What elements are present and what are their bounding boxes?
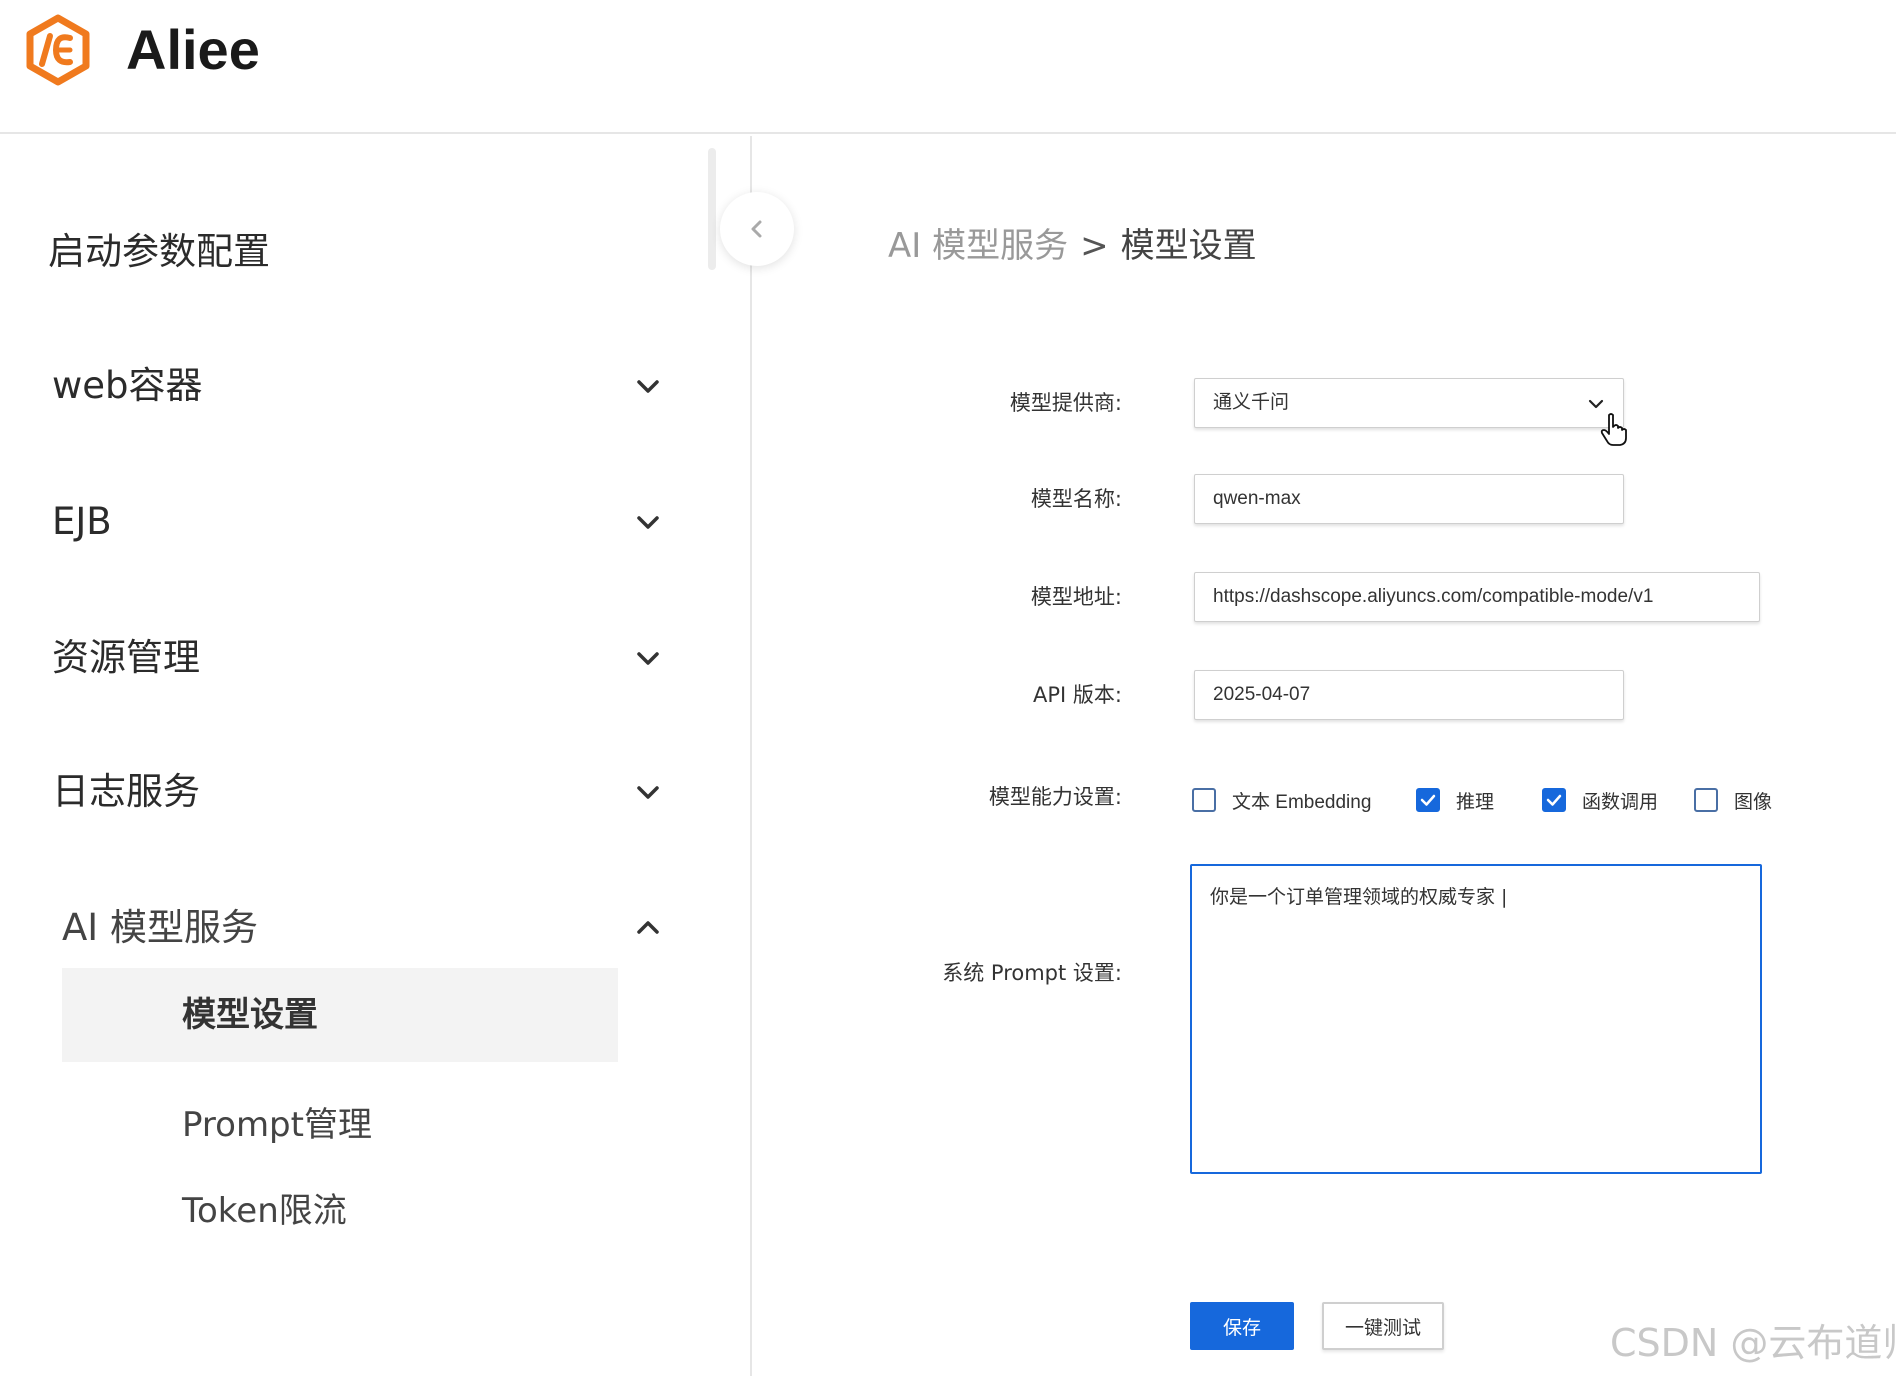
chevron-up-icon (637, 921, 659, 934)
capability-label: 函数调用 (1582, 791, 1659, 813)
chevron-left-icon (751, 220, 762, 238)
aliee-hexagon-logo-icon (26, 14, 90, 86)
model-url-label: 模型地址: (1030, 585, 1122, 609)
sidebar-item-web-container[interactable]: web容器 (0, 346, 700, 426)
sidebar-collapse-button[interactable] (720, 192, 794, 266)
capability-function-call-checkbox[interactable]: 函数调用 (1542, 786, 1658, 814)
watermark: CSDN @云布道师 (1610, 1321, 1896, 1365)
capability-label: 文本 Embedding (1232, 791, 1372, 813)
model-url-field[interactable] (1194, 572, 1760, 622)
capabilities-label: 模型能力设置: (988, 785, 1122, 809)
capability-image-checkbox[interactable]: 图像 (1694, 786, 1772, 814)
breadcrumb: AI 模型服务 > 模型设置 (888, 216, 1257, 276)
sidebar-subitem-label: Prompt管理 (182, 1105, 372, 1145)
sidebar-item-ejb[interactable]: EJB (0, 482, 700, 562)
breadcrumb-separator: > (1080, 226, 1109, 266)
model-name-label: 模型名称: (1030, 487, 1122, 511)
model-name-field[interactable] (1194, 474, 1624, 524)
hand-cursor-icon (1600, 413, 1627, 446)
sidebar-item-label: EJB (52, 500, 112, 543)
sidebar-subitem-token-limit[interactable]: Token限流 (62, 1164, 618, 1258)
checkbox-checked-icon[interactable] (1416, 788, 1440, 812)
checkbox-unchecked-icon[interactable] (1192, 788, 1216, 812)
app-header: Aliee (0, 0, 1896, 134)
checkbox-unchecked-icon[interactable] (1694, 788, 1718, 812)
chevron-down-icon (637, 786, 659, 799)
api-version-input[interactable] (1213, 671, 1623, 719)
chevron-down-icon (637, 380, 659, 393)
system-prompt-label: 系统 Prompt 设置: (942, 961, 1122, 985)
brand-name: Aliee (126, 18, 260, 81)
provider-select[interactable]: 通义千问 (1194, 378, 1624, 428)
sidebar-item-log-service[interactable]: 日志服务 (0, 752, 700, 832)
breadcrumb-current: 模型设置 (1120, 226, 1257, 266)
sidebar-item-label: web容器 (52, 364, 203, 407)
sidebar-subitem-label: 模型设置 (182, 995, 318, 1035)
chevron-down-icon (637, 516, 659, 529)
provider-selected-value: 通义千问 (1213, 392, 1290, 413)
model-url-input[interactable] (1213, 573, 1759, 621)
checkmark-icon (1546, 794, 1562, 806)
capability-reasoning-checkbox[interactable]: 推理 (1416, 786, 1494, 814)
model-name-input[interactable] (1213, 475, 1623, 523)
sidebar-item-ai-model-service[interactable]: AI 模型服务 (0, 888, 700, 968)
sidebar-item-label: AI 模型服务 (62, 906, 258, 949)
breadcrumb-parent[interactable]: AI 模型服务 (888, 226, 1068, 266)
sidebar-subitem-label: Token限流 (182, 1191, 347, 1231)
sidebar-subitem-model-settings[interactable]: 模型设置 (62, 968, 618, 1062)
checkbox-checked-icon[interactable] (1542, 788, 1566, 812)
capability-label: 图像 (1734, 791, 1773, 813)
capability-text-embedding-checkbox[interactable]: 文本 Embedding (1192, 786, 1371, 814)
system-prompt-textarea[interactable] (1190, 864, 1762, 1174)
sidebar: 启动参数配置 web容器 EJB 资源管理 日志服务 AI 模型服务 模型设置 … (0, 136, 752, 1376)
sidebar-item-label: 资源管理 (52, 636, 200, 679)
sidebar-item-label: 启动参数配置 (48, 230, 270, 273)
sidebar-item-startup-params[interactable]: 启动参数配置 (0, 212, 700, 292)
provider-label: 模型提供商: (1009, 391, 1122, 415)
api-version-label: API 版本: (1033, 683, 1122, 707)
sidebar-item-resource-management[interactable]: 资源管理 (0, 618, 700, 698)
api-version-field[interactable] (1194, 670, 1624, 720)
one-click-test-button[interactable]: 一键测试 (1322, 1302, 1444, 1350)
sidebar-item-label: 日志服务 (52, 770, 200, 813)
chevron-down-icon (637, 652, 659, 665)
save-button[interactable]: 保存 (1190, 1302, 1294, 1350)
chevron-down-icon (1588, 399, 1604, 409)
capability-label: 推理 (1456, 791, 1495, 813)
sidebar-scrollbar[interactable] (708, 148, 716, 270)
sidebar-subitem-prompt-management[interactable]: Prompt管理 (62, 1078, 618, 1172)
checkmark-icon (1420, 794, 1436, 806)
